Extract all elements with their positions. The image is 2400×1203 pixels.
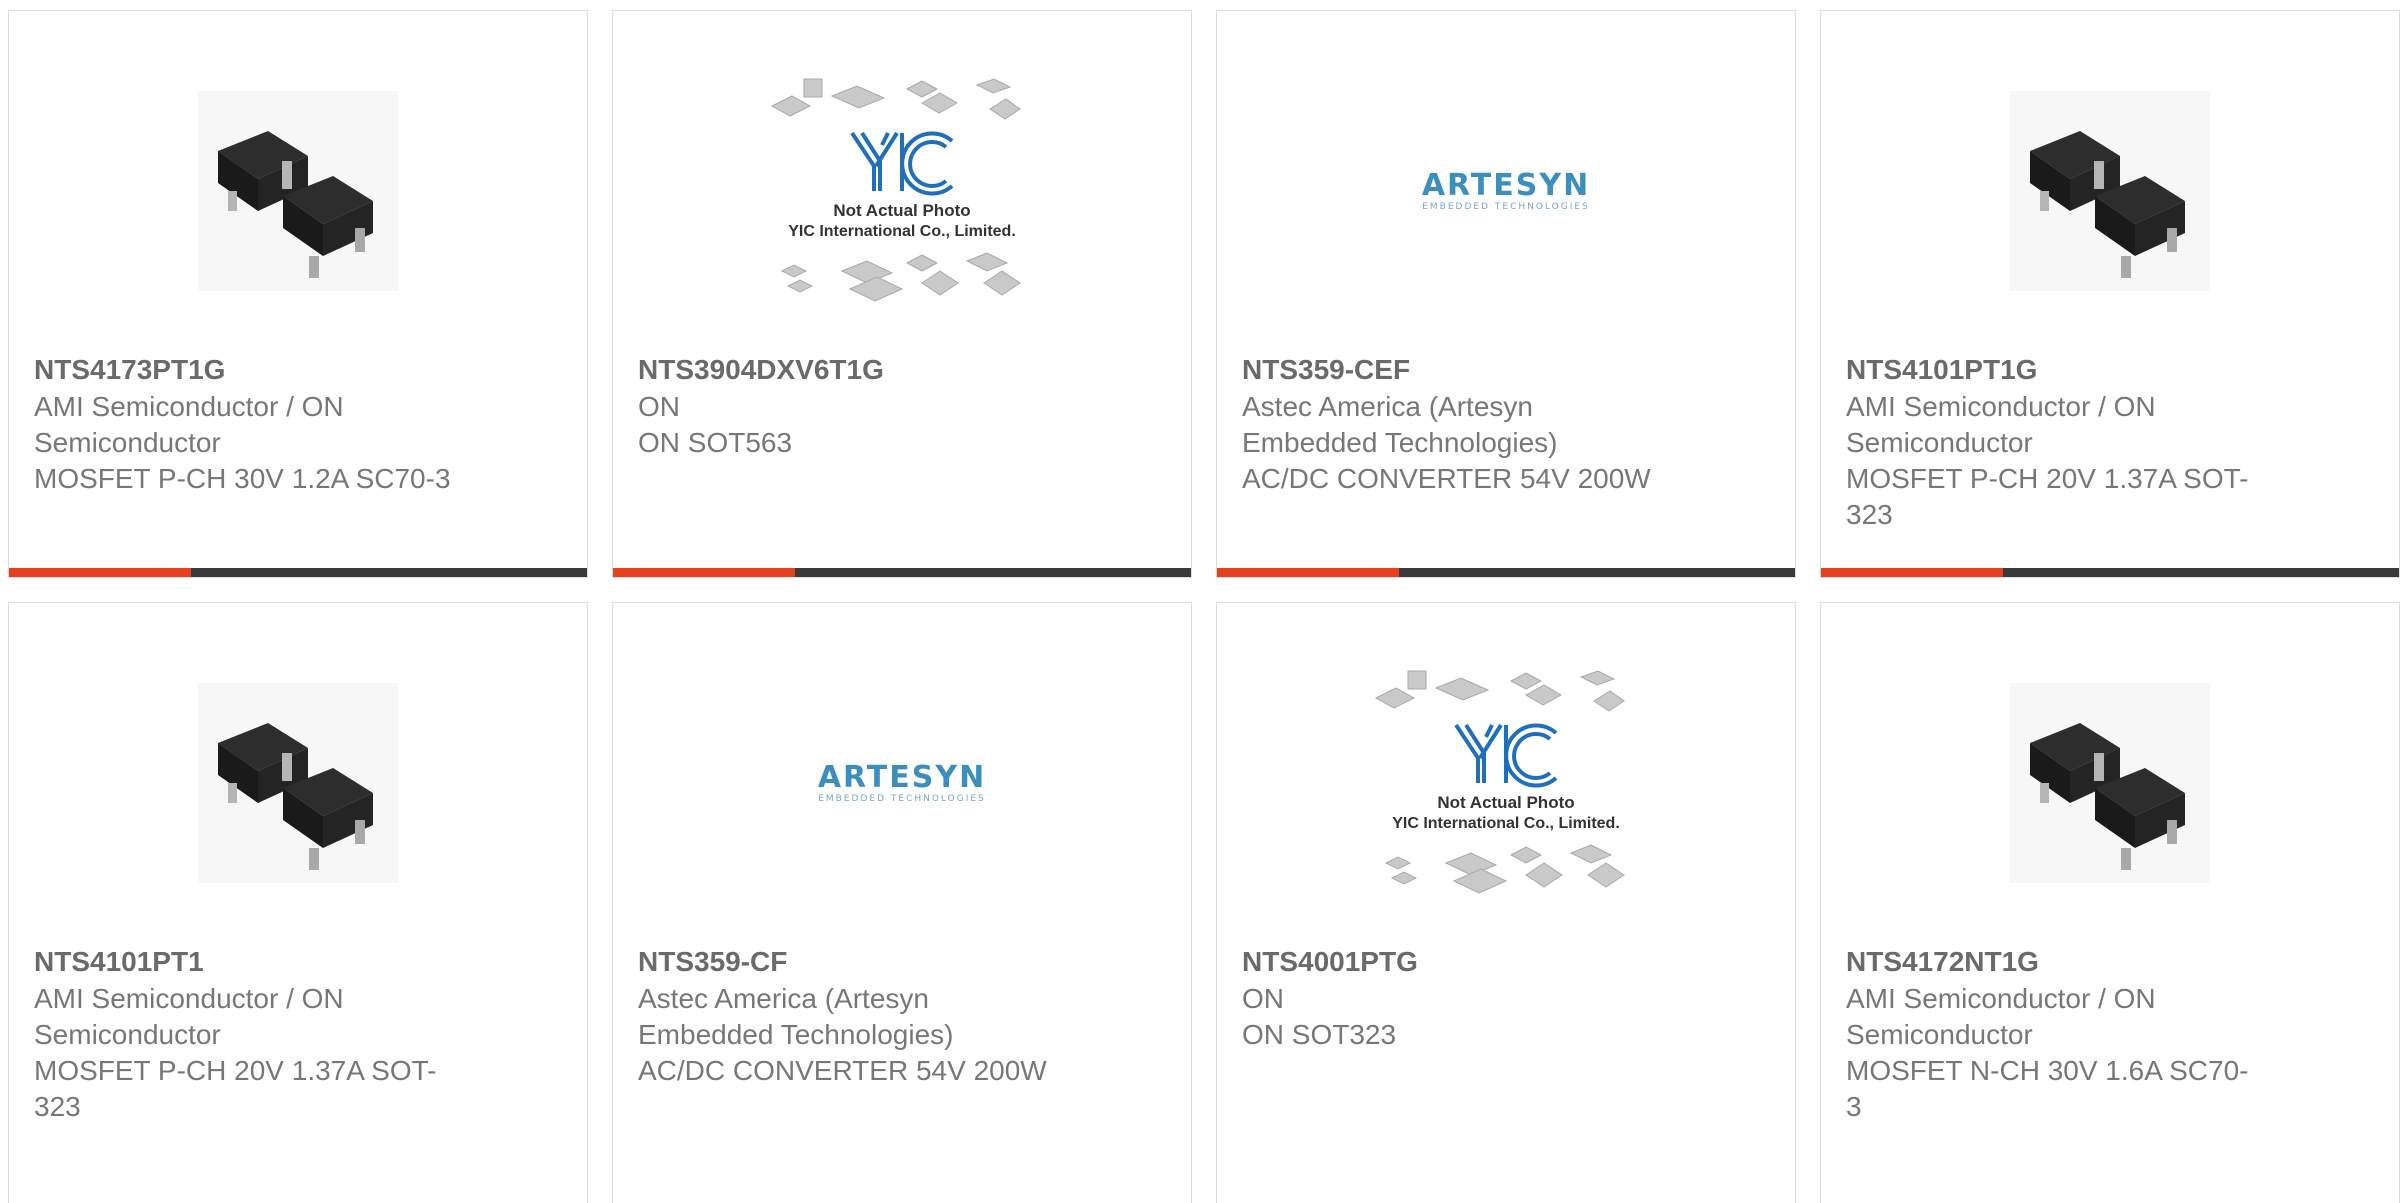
card-accent-bar (9, 568, 191, 577)
manufacturer-cont: Semiconductor (34, 427, 221, 458)
logo-text: ARTESYN (818, 760, 986, 795)
description: ON SOT323 (1242, 1019, 1397, 1050)
product-card[interactable]: NTS4173PT1G AMI Semiconductor / ON Semic… (8, 10, 588, 578)
product-image[interactable]: ARTESYN EMBEDDED TECHNOLOGIES (1217, 71, 1795, 311)
image-caption: Not Actual Photo (1437, 793, 1574, 812)
description: AC/DC CONVERTER 54V 200W (1242, 463, 1651, 494)
manufacturer-cont: Embedded Technologies) (638, 1019, 954, 1050)
product-info: NTS359-CEF Astec America (Artesyn Embedd… (1242, 351, 1682, 497)
part-number[interactable]: NTS359-CF (638, 943, 1078, 981)
card-accent-bar (613, 568, 795, 577)
part-number[interactable]: NTS4001PTG (1242, 943, 1682, 981)
product-image[interactable] (9, 71, 587, 311)
card-bottom-bar (9, 568, 587, 577)
artesyn-logo-icon: ARTESYN EMBEDDED TECHNOLOGIES (818, 760, 986, 804)
description-cont: 323 (1846, 499, 1893, 530)
product-info: NTS4001PTG ON ON SOT323 (1242, 943, 1682, 1053)
yic-placeholder-icon: Not Actual Photo YIC International Co., … (1374, 670, 1625, 894)
manufacturer: Astec America (Artesyn (1242, 391, 1533, 422)
image-caption-company: YIC International Co., Limited. (788, 223, 1016, 240)
image-caption: Not Actual Photo (833, 201, 970, 220)
description: MOSFET N-CH 30V 1.6A SC70- (1846, 1055, 2249, 1086)
product-card[interactable]: Not Actual Photo YIC International Co., … (612, 10, 1192, 578)
description: MOSFET P-CH 20V 1.37A SOT- (1846, 463, 2249, 494)
product-image[interactable] (1821, 663, 2399, 903)
manufacturer: ON (638, 391, 680, 422)
product-card[interactable]: NTS4101PT1 AMI Semiconductor / ON Semico… (8, 602, 588, 1203)
product-image[interactable] (1821, 71, 2399, 311)
product-card[interactable]: Not Actual Photo YIC International Co., … (1216, 602, 1796, 1203)
sot-package-icon (198, 683, 398, 883)
product-image[interactable]: Not Actual Photo YIC International Co., … (613, 71, 1191, 311)
sot-package-icon (2010, 683, 2210, 883)
product-info: NTS4173PT1G AMI Semiconductor / ON Semic… (34, 351, 474, 497)
product-image[interactable]: Not Actual Photo YIC International Co., … (1217, 663, 1795, 903)
sot-package-icon (198, 91, 398, 291)
card-bottom-bar (613, 568, 1191, 577)
part-number[interactable]: NTS4172NT1G (1846, 943, 2286, 981)
product-info: NTS4101PT1 AMI Semiconductor / ON Semico… (34, 943, 474, 1125)
image-caption-company: YIC International Co., Limited. (1392, 815, 1620, 832)
manufacturer: ON (1242, 983, 1284, 1014)
artesyn-logo-icon: ARTESYN EMBEDDED TECHNOLOGIES (1422, 168, 1590, 212)
part-number[interactable]: NTS4101PT1 (34, 943, 474, 981)
manufacturer-cont: Semiconductor (34, 1019, 221, 1050)
logo-text: ARTESYN (1422, 168, 1590, 203)
product-image[interactable] (9, 663, 587, 903)
part-number[interactable]: NTS4101PT1G (1846, 351, 2286, 389)
product-info: NTS3904DXV6T1G ON ON SOT563 (638, 351, 1078, 461)
part-number[interactable]: NTS3904DXV6T1G (638, 351, 1078, 389)
card-accent-bar (1217, 568, 1399, 577)
product-info: NTS4172NT1G AMI Semiconductor / ON Semic… (1846, 943, 2286, 1125)
card-bottom-bar (1821, 568, 2399, 577)
manufacturer: AMI Semiconductor / ON (1846, 391, 2156, 422)
product-grid: NTS4173PT1G AMI Semiconductor / ON Semic… (8, 10, 2400, 1203)
part-number[interactable]: NTS359-CEF (1242, 351, 1682, 389)
description: MOSFET P-CH 30V 1.2A SC70-3 (34, 463, 451, 494)
manufacturer-cont: Semiconductor (1846, 1019, 2033, 1050)
logo-subtext: EMBEDDED TECHNOLOGIES (1422, 202, 1590, 212)
description: ON SOT563 (638, 427, 793, 458)
card-accent-bar (1821, 568, 2003, 577)
description-cont: 323 (34, 1091, 81, 1122)
product-card[interactable]: NTS4172NT1G AMI Semiconductor / ON Semic… (1820, 602, 2400, 1203)
description: AC/DC CONVERTER 54V 200W (638, 1055, 1047, 1086)
product-card[interactable]: ARTESYN EMBEDDED TECHNOLOGIES NTS359-CF … (612, 602, 1192, 1203)
card-bottom-bar (1217, 568, 1795, 577)
product-card[interactable]: ARTESYN EMBEDDED TECHNOLOGIES NTS359-CEF… (1216, 10, 1796, 578)
product-info: NTS359-CF Astec America (Artesyn Embedde… (638, 943, 1078, 1089)
manufacturer-cont: Semiconductor (1846, 427, 2033, 458)
product-image[interactable]: ARTESYN EMBEDDED TECHNOLOGIES (613, 663, 1191, 903)
description: MOSFET P-CH 20V 1.37A SOT- (34, 1055, 437, 1086)
manufacturer-cont: Embedded Technologies) (1242, 427, 1558, 458)
manufacturer: Astec America (Artesyn (638, 983, 929, 1014)
manufacturer: AMI Semiconductor / ON (34, 391, 344, 422)
description-cont: 3 (1846, 1091, 1862, 1122)
manufacturer: AMI Semiconductor / ON (34, 983, 344, 1014)
manufacturer: AMI Semiconductor / ON (1846, 983, 2156, 1014)
product-info: NTS4101PT1G AMI Semiconductor / ON Semic… (1846, 351, 2286, 533)
logo-subtext: EMBEDDED TECHNOLOGIES (818, 794, 986, 804)
sot-package-icon (2010, 91, 2210, 291)
yic-placeholder-icon: Not Actual Photo YIC International Co., … (770, 78, 1021, 302)
product-card[interactable]: NTS4101PT1G AMI Semiconductor / ON Semic… (1820, 10, 2400, 578)
part-number[interactable]: NTS4173PT1G (34, 351, 474, 389)
